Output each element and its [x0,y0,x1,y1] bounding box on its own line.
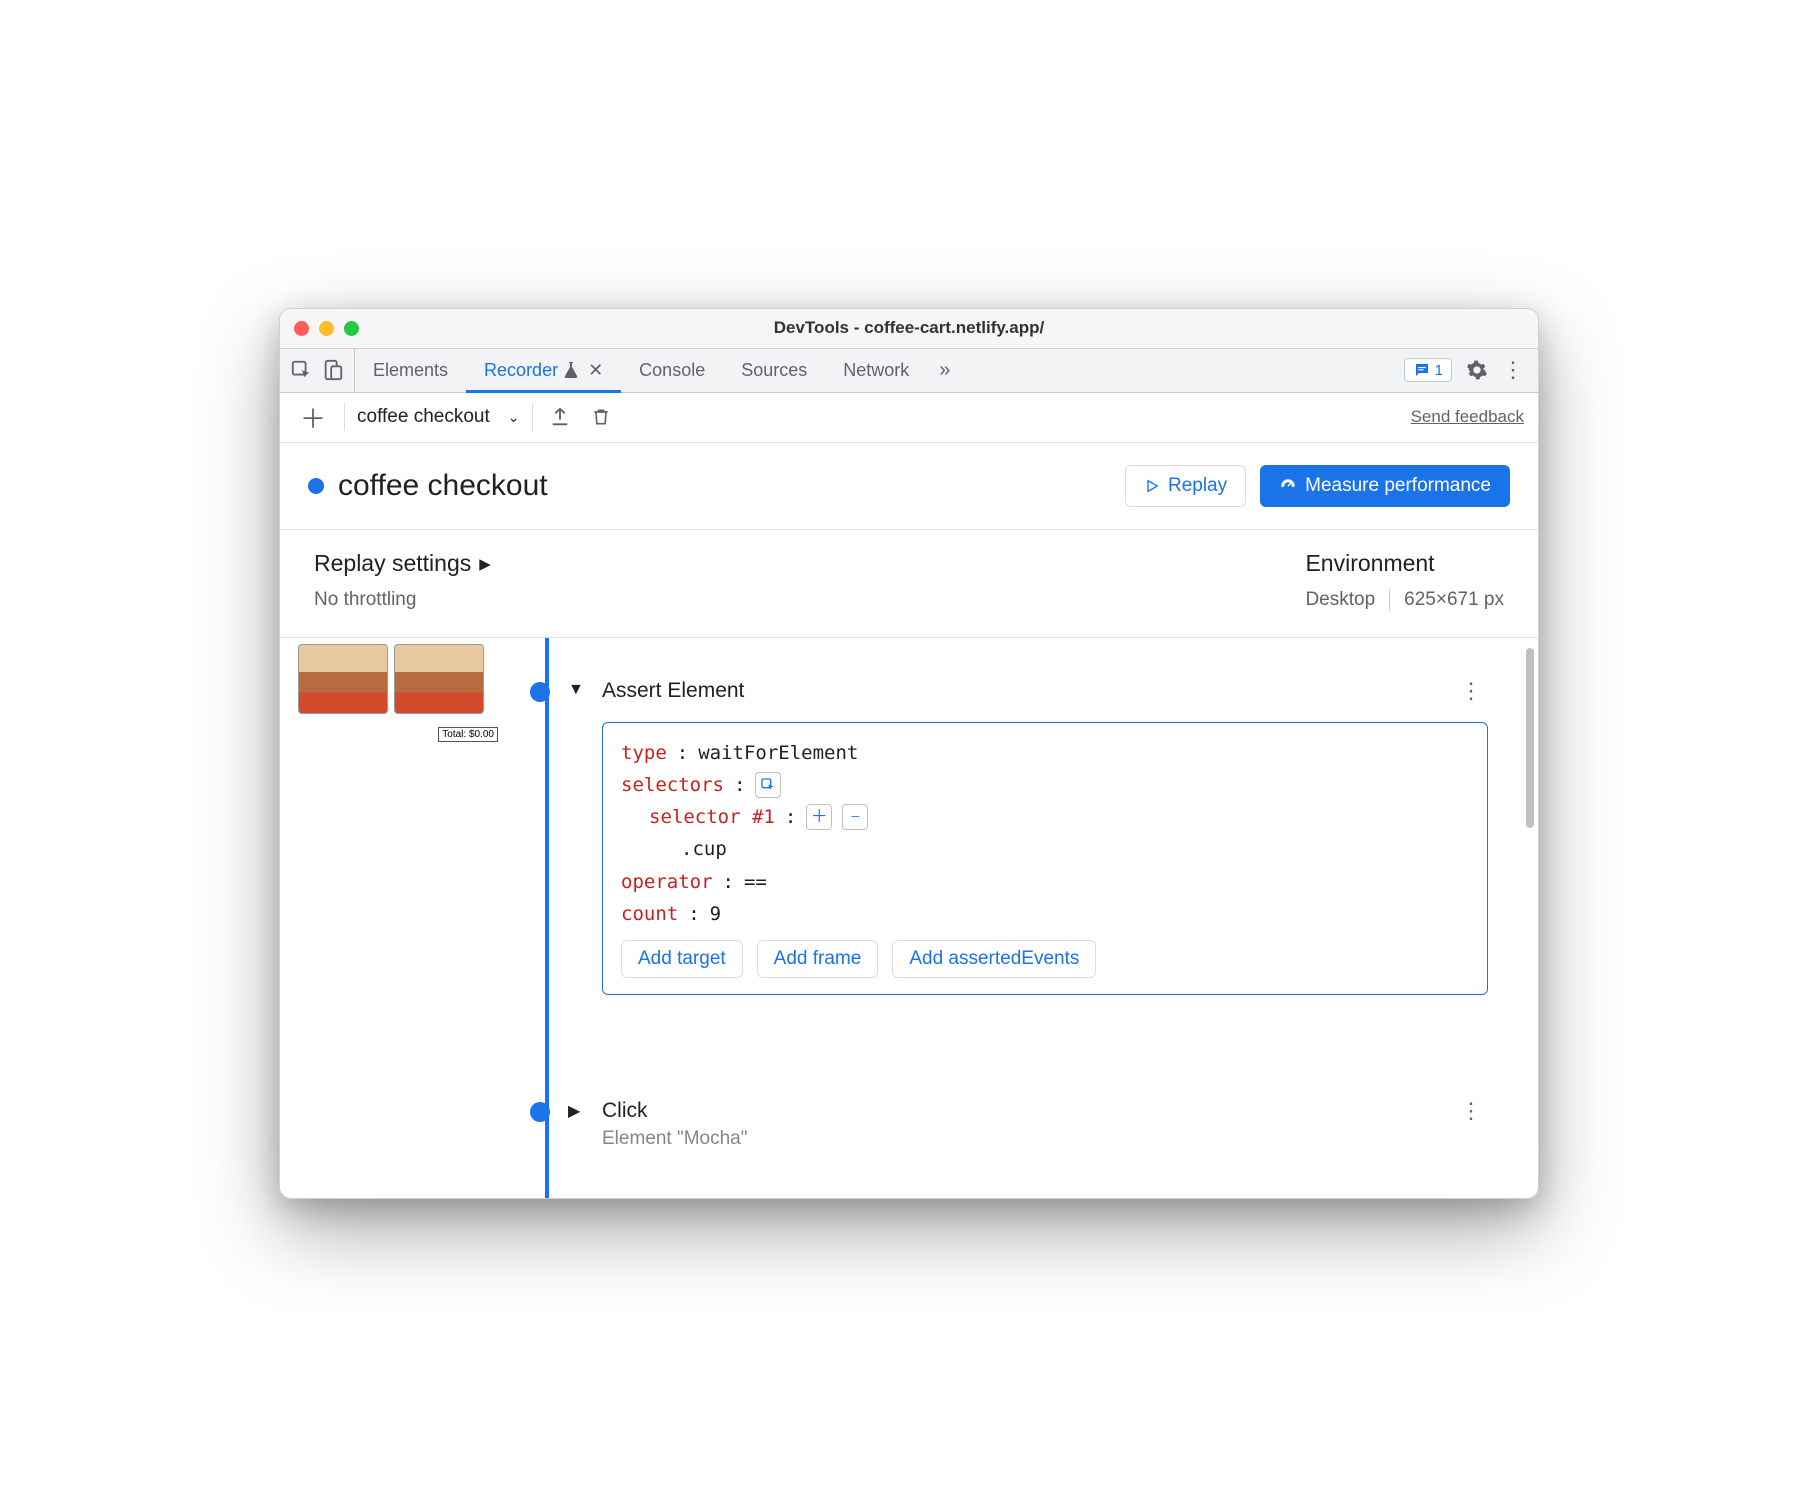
messages-count: 1 [1435,362,1443,379]
delete-button[interactable] [587,406,615,428]
steps-area: Total: $0.00 ▼ Assert Element ⋮ type: wa… [280,638,1538,1198]
selector-value[interactable]: .cup [681,833,727,865]
replay-settings-toggle[interactable]: Replay settings ▸ [314,550,491,577]
step-menu-button[interactable]: ⋮ [1454,678,1488,704]
environment-heading: Environment [1305,550,1434,577]
status-dot [308,478,324,494]
gauge-icon [1279,477,1297,495]
minimize-window-button[interactable] [319,321,334,336]
panel-tabs: Elements Recorder ✕ Console Sources Netw… [280,349,1538,393]
close-window-button[interactable] [294,321,309,336]
add-frame-button[interactable]: Add frame [757,940,879,978]
step-title: Click [602,1099,648,1123]
device-type: Desktop [1305,589,1375,611]
tab-network[interactable]: Network [825,349,927,392]
operator-value[interactable]: == [744,866,767,898]
titlebar: DevTools - coffee-cart.netlify.app/ [280,309,1538,349]
recorder-toolbar: ＋ coffee checkout ⌄ Send feedback [280,393,1538,443]
play-icon [1144,478,1160,494]
step-title: Assert Element [602,679,744,703]
messages-badge[interactable]: 1 [1404,358,1452,382]
send-feedback-link[interactable]: Send feedback [1411,407,1524,427]
count-value[interactable]: 9 [710,898,721,930]
step-subtitle: Element "Mocha" [602,1128,1488,1150]
chevron-down-icon: ⌄ [508,409,520,426]
maximize-window-button[interactable] [344,321,359,336]
throttling-value: No throttling [314,589,491,611]
window-title: DevTools - coffee-cart.netlify.app/ [280,318,1538,338]
step-click: ▶ Click ⋮ Element "Mocha" [530,1098,1488,1150]
type-value[interactable]: waitForElement [698,737,858,769]
experiment-icon [564,362,578,378]
message-icon [1413,361,1431,379]
expand-step-icon[interactable]: ▼ [568,681,584,996]
tab-recorder[interactable]: Recorder ✕ [466,349,621,392]
chevron-right-icon: ▸ [479,550,491,577]
step-assert-element: ▼ Assert Element ⋮ type: waitForElement … [530,678,1488,996]
step-menu-button[interactable]: ⋮ [1454,1098,1488,1124]
step-details-panel: type: waitForElement selectors: selector… [602,722,1488,996]
kebab-menu-icon[interactable]: ⋮ [1502,357,1524,383]
measure-performance-button[interactable]: Measure performance [1260,465,1510,507]
tab-elements[interactable]: Elements [355,349,466,392]
expand-step-icon[interactable]: ▶ [568,1101,584,1150]
replay-button[interactable]: Replay [1125,465,1246,507]
inspect-icon[interactable] [290,359,312,381]
viewport-size: 625×671 px [1404,589,1504,611]
more-tabs-button[interactable]: » [927,349,962,392]
pick-selector-button[interactable] [755,772,781,798]
step-dot [530,682,550,702]
recording-header: coffee checkout Replay Measure performan… [280,443,1538,530]
tab-console[interactable]: Console [621,349,723,392]
close-tab-icon[interactable]: ✕ [588,360,603,381]
recording-name: coffee checkout [357,406,490,428]
settings-gear-icon[interactable] [1466,359,1488,381]
remove-selector-button[interactable]: − [842,804,868,830]
step-screenshot-thumbnail: Total: $0.00 [298,644,498,714]
scrollbar[interactable] [1526,648,1534,828]
add-asserted-events-button[interactable]: Add assertedEvents [892,940,1096,978]
new-recording-button[interactable]: ＋ [294,399,332,436]
recording-select[interactable]: coffee checkout ⌄ [357,406,519,428]
thumb-total: Total: $0.00 [438,727,498,742]
step-dot [530,1102,550,1122]
add-target-button[interactable]: Add target [621,940,743,978]
devtools-window: DevTools - coffee-cart.netlify.app/ Elem… [279,308,1539,1199]
device-toggle-icon[interactable] [322,359,344,381]
traffic-lights [294,321,359,336]
settings-bar: Replay settings ▸ No throttling Environm… [280,530,1538,638]
recording-title: coffee checkout [338,469,548,503]
export-button[interactable] [545,406,575,428]
add-selector-button[interactable]: ＋ [806,804,832,830]
tab-sources[interactable]: Sources [723,349,825,392]
